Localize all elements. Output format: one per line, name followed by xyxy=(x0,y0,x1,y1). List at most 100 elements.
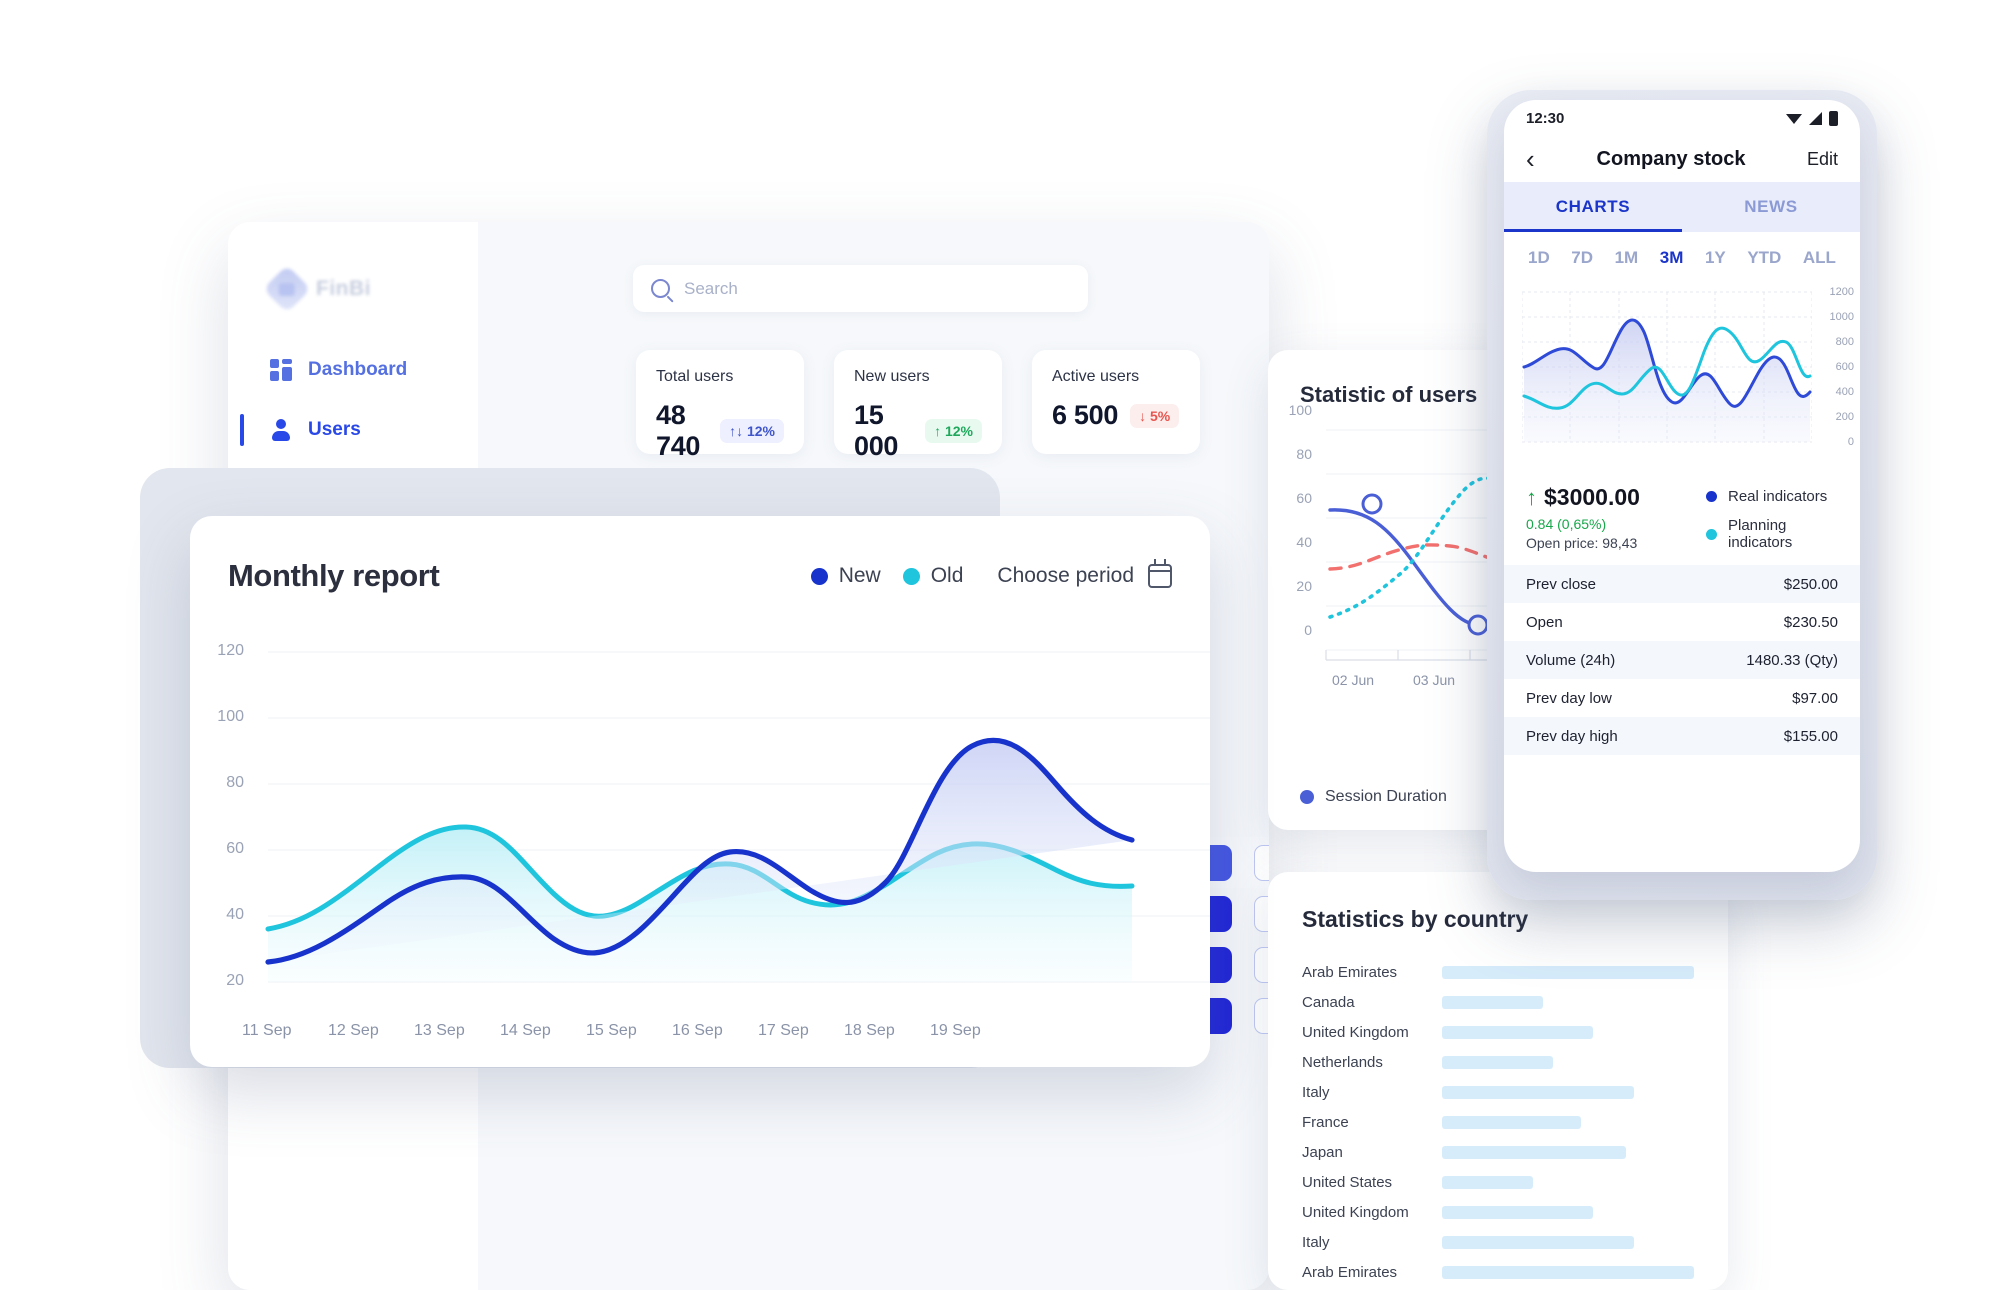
up-arrow-icon: ↑ xyxy=(1526,484,1537,510)
delta-value: 12% xyxy=(746,423,775,439)
y-tick-label: 200 xyxy=(1835,411,1854,423)
country-bar xyxy=(1442,1175,1533,1189)
range-all[interactable]: ALL xyxy=(1803,248,1836,268)
stat-card-active-users: Active users 6 500 ↓ 5% xyxy=(1032,350,1200,454)
decline-button[interactable]: Decline xyxy=(1254,844,1269,881)
sidebar-item-dashboard[interactable]: Dashboard xyxy=(228,340,478,400)
country-bar xyxy=(1442,995,1543,1009)
screenshot-root: FinBi Dashboard Users Analytics xyxy=(0,0,1989,1290)
phone-screen: 12:30 ‹ Company stock Edit CHARTS NEWS 1… xyxy=(1504,100,1860,872)
delta-value: 5% xyxy=(1149,407,1171,424)
choose-period-button[interactable]: Choose period xyxy=(997,559,1173,588)
stock-detail-row: Prev close $250.00 xyxy=(1504,565,1860,603)
x-tick-label: 11 Sep xyxy=(242,1022,292,1039)
decline-button[interactable]: Decline xyxy=(1254,946,1269,983)
chart-legend: New Old Choose period xyxy=(810,559,1173,588)
stock-detail-label: Prev day low xyxy=(1526,689,1612,707)
y-tick-label: 40 xyxy=(226,906,244,923)
edit-button[interactable]: Edit xyxy=(1788,149,1838,170)
country-label: Arab Emirates xyxy=(1302,963,1398,981)
search-icon xyxy=(651,279,670,298)
legend-new: New xyxy=(810,564,881,588)
tab-charts[interactable]: CHARTS xyxy=(1504,182,1682,232)
range-1d[interactable]: 1D xyxy=(1528,248,1550,268)
country-bar xyxy=(1442,1115,1581,1129)
stock-detail-label: Open xyxy=(1526,613,1563,631)
country-bar xyxy=(1442,1025,1594,1039)
status-badge: ↑↓ 12% xyxy=(720,419,784,443)
stock-detail-label: Prev day high xyxy=(1526,727,1618,745)
country-row: Italy xyxy=(1302,1227,1694,1257)
x-tick-label: 18 Sep xyxy=(844,1022,895,1039)
country-row: Japan xyxy=(1302,1137,1694,1167)
x-tick-label: 03 Jun xyxy=(1413,672,1456,688)
price-summary: ↑ $3000.00 0.84 (0,65%) Open price: 98,4… xyxy=(1504,474,1860,551)
phone-tabs: CHARTS NEWS xyxy=(1504,182,1860,232)
stock-detail-value: $250.00 xyxy=(1783,575,1838,593)
range-7d[interactable]: 7D xyxy=(1571,248,1593,268)
country-bar-track xyxy=(1442,1205,1694,1219)
stat-card-value: 48 740 xyxy=(656,400,701,461)
stat-card-value: 6 500 xyxy=(1052,400,1119,430)
stat-cards: Total users 48 740 ↑↓ 12% New users 15 0… xyxy=(636,350,1200,461)
stock-change: 0.84 (0,65%) xyxy=(1526,516,1607,532)
stock-detail-row: Prev day high $155.00 xyxy=(1504,717,1860,755)
country-label: United Kingdom xyxy=(1302,1203,1409,1221)
country-label: United States xyxy=(1302,1173,1393,1191)
delta-arrow-icon: ↑↓ xyxy=(729,423,744,439)
chevron-left-icon[interactable]: ‹ xyxy=(1526,146,1554,172)
y-tick-label: 100 xyxy=(1288,402,1312,418)
wifi-icon xyxy=(1786,114,1802,124)
y-tick-label: 600 xyxy=(1835,361,1854,373)
y-tick-label: 400 xyxy=(1835,386,1854,398)
sidebar-item-users[interactable]: Users xyxy=(228,400,478,460)
country-row: Arab Emirates xyxy=(1302,1257,1694,1287)
stock-detail-row: Volume (24h) 1480.33 (Qty) xyxy=(1504,641,1860,679)
search-input[interactable]: Search xyxy=(633,265,1088,312)
legend-dot-icon xyxy=(1300,790,1314,804)
delta-value: 12% xyxy=(944,423,973,439)
calendar-icon[interactable] xyxy=(1147,559,1173,588)
decline-button[interactable]: Decline xyxy=(1254,997,1269,1034)
country-bar-track xyxy=(1442,965,1694,979)
range-1y[interactable]: 1Y xyxy=(1705,248,1726,268)
country-bar xyxy=(1442,1145,1626,1159)
range-ytd[interactable]: YTD xyxy=(1747,248,1781,268)
range-1m[interactable]: 1M xyxy=(1615,248,1639,268)
page-title: Monthly report xyxy=(228,558,440,593)
range-3m[interactable]: 3M xyxy=(1660,248,1684,268)
decline-button[interactable]: Decline xyxy=(1254,895,1269,932)
tab-news[interactable]: NEWS xyxy=(1682,182,1860,232)
stat-card-title: New users xyxy=(854,368,930,385)
y-tick-label: 40 xyxy=(1296,534,1312,550)
country-row: Canada xyxy=(1302,987,1694,1017)
stock-detail-row: Open $230.50 xyxy=(1504,603,1860,641)
country-label: Italy xyxy=(1302,1083,1330,1101)
dashboard-icon xyxy=(270,359,292,381)
x-tick-label: 14 Sep xyxy=(500,1022,551,1039)
app-logo[interactable]: FinBi xyxy=(262,264,371,314)
country-bar-track xyxy=(1442,1235,1694,1249)
y-tick-label: 100 xyxy=(217,708,244,725)
country-row: France xyxy=(1302,1107,1694,1137)
legend-dot-icon xyxy=(902,567,920,585)
status-icons xyxy=(1786,110,1838,126)
country-label: United Kingdom xyxy=(1302,1023,1409,1041)
stock-detail-value: $97.00 xyxy=(1792,689,1838,707)
page-title: Statistics by country xyxy=(1302,906,1529,932)
status-time: 12:30 xyxy=(1526,109,1565,127)
stat-card-title: Active users xyxy=(1052,368,1140,385)
battery-icon xyxy=(1829,110,1838,126)
legend-old: Old xyxy=(902,564,963,588)
country-bar xyxy=(1442,1265,1694,1279)
country-bar xyxy=(1442,1085,1634,1099)
country-list: Arab Emirates Canada United Kingdom Netherl… xyxy=(1302,957,1694,1287)
country-label: Italy xyxy=(1302,1233,1330,1251)
legend-planning-indicators: Planning indicators xyxy=(1706,517,1838,551)
sidebar-item-label: Users xyxy=(308,419,361,440)
country-row: United States xyxy=(1302,1167,1694,1197)
country-bar-track xyxy=(1442,1145,1694,1159)
legend-label: Real indicators xyxy=(1728,488,1828,505)
country-row: United Kingdom xyxy=(1302,1197,1694,1227)
sidebar-item-label: Dashboard xyxy=(308,359,408,380)
